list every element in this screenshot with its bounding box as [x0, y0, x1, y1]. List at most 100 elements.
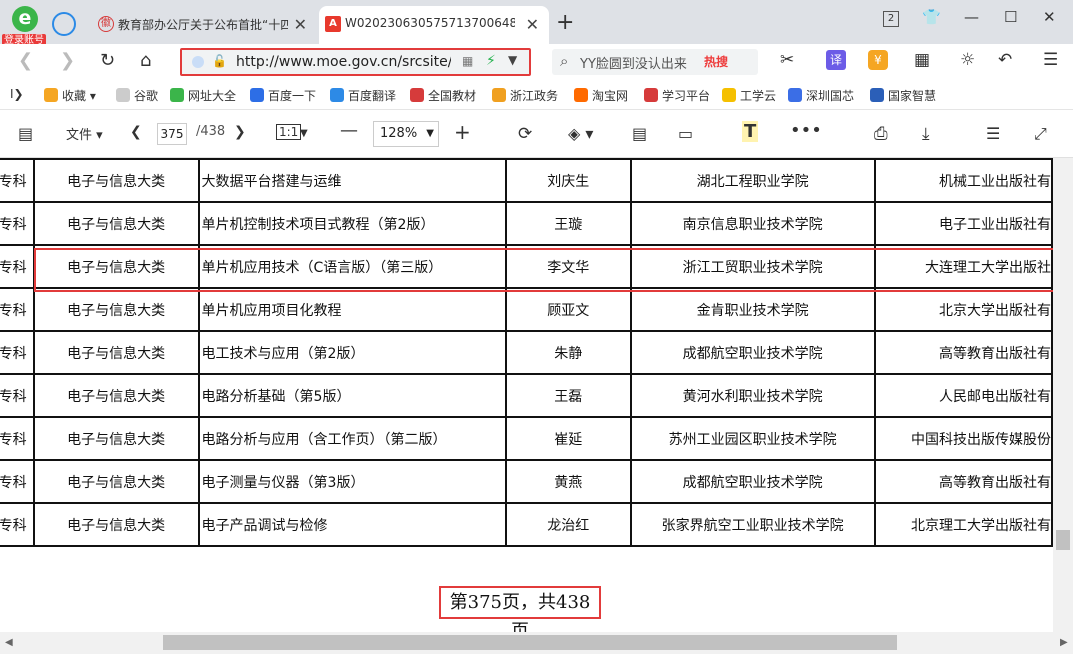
- cell-level: 专科: [0, 459, 35, 504]
- tab-count-badge[interactable]: 2: [883, 11, 899, 27]
- cell-school: 湖北工程职业学院: [629, 158, 876, 203]
- back-icon[interactable]: ❮: [18, 50, 33, 71]
- vertical-scroll-thumb[interactable]: [1056, 530, 1070, 550]
- cell-title: 电子产品调试与检修: [197, 502, 507, 547]
- zoom-select[interactable]: 128% ▼: [373, 121, 439, 147]
- horizontal-scrollbar[interactable]: ◀ ▶: [0, 632, 1073, 654]
- bookmark-item[interactable]: 淘宝网: [574, 87, 628, 104]
- site-icon: [492, 88, 506, 102]
- cell-category: 电子与信息大类: [32, 287, 200, 332]
- site-icon: [722, 88, 736, 102]
- bookmark-item[interactable]: 全国教材: [410, 87, 476, 104]
- translate-icon[interactable]: 译: [826, 50, 846, 70]
- coupon-icon[interactable]: ¥: [868, 50, 888, 70]
- cell-title: 电子测量与仪器（第3版）: [197, 459, 507, 504]
- bookmark-item[interactable]: 浙江政务: [492, 87, 558, 104]
- prev-page-icon[interactable]: ❮: [130, 124, 142, 140]
- bookmark-item[interactable]: 工学云: [722, 87, 776, 104]
- cell-title: 大数据平台搭建与运维: [197, 158, 507, 203]
- cell-school: 金肯职业技术学院: [629, 287, 876, 332]
- bookmark-item[interactable]: 百度翻译: [330, 87, 396, 104]
- cell-publisher: 大连理工大学出版社: [873, 244, 1054, 289]
- highlight-fill-icon[interactable]: ◈ ▾: [568, 124, 593, 143]
- cell-school: 南京信息职业技术学院: [629, 201, 876, 246]
- bolt-icon[interactable]: ⚡: [486, 53, 496, 69]
- download-icon[interactable]: ⤓: [922, 124, 930, 144]
- cell-school: 浙江工贸职业技术学院: [629, 244, 876, 289]
- cell-publisher: 北京理工大学出版社有: [873, 502, 1054, 547]
- brightness-icon[interactable]: ☼: [960, 50, 975, 70]
- bookmark-item[interactable]: 百度一下: [250, 87, 316, 104]
- close-icon[interactable]: ✕: [526, 15, 539, 34]
- tab-pdf[interactable]: A W020230630575713700648.pdf ✕: [319, 6, 549, 44]
- table-row: 专科 电子与信息大类 电子产品调试与检修 龙治红 张家界航空工业职业技术学院 北京理工大学…: [0, 502, 1054, 547]
- bookmark-item[interactable]: 网址大全: [170, 87, 236, 104]
- page-icon: [116, 88, 130, 102]
- menu-icon[interactable]: ☰: [1043, 50, 1058, 70]
- fullscreen-icon[interactable]: ⤢: [1034, 124, 1047, 144]
- scissors-icon[interactable]: ✂: [780, 50, 794, 70]
- chevron-down-icon[interactable]: ▼: [300, 128, 308, 139]
- cell-category: 电子与信息大类: [32, 459, 200, 504]
- qr-icon[interactable]: ▦: [462, 54, 473, 68]
- fit-page-button[interactable]: 1:1: [276, 124, 302, 140]
- more-icon[interactable]: •••: [790, 120, 822, 141]
- scroll-left-icon[interactable]: ◀: [5, 637, 13, 648]
- comment-icon[interactable]: ▭: [678, 124, 693, 143]
- document-icon[interactable]: ▤: [632, 124, 647, 143]
- cell-title: 电路分析基础（第5版）: [197, 373, 507, 418]
- cell-publisher: 高等教育出版社有: [873, 459, 1054, 504]
- chevron-down-icon[interactable]: ▼: [508, 53, 517, 67]
- scroll-right-icon[interactable]: ▶: [1060, 637, 1068, 648]
- study-icon: [644, 88, 658, 102]
- cell-category: 电子与信息大类: [32, 158, 200, 203]
- next-page-icon[interactable]: ❯: [234, 124, 246, 140]
- search-input[interactable]: ⌕ YY脸圆到没认出来 热搜: [552, 49, 758, 75]
- cell-level: 专科: [0, 330, 35, 375]
- moe-icon: 徽: [98, 16, 114, 32]
- send-icon[interactable]: [52, 12, 76, 36]
- cell-author: 王璇: [504, 201, 632, 246]
- refresh-icon[interactable]: ↻: [100, 50, 115, 71]
- maximize-icon[interactable]: ☐: [1004, 8, 1017, 26]
- cell-school: 张家界航空工业职业技术学院: [629, 502, 876, 547]
- bookmark-item[interactable]: 收藏 ▾: [44, 87, 96, 104]
- home-icon[interactable]: ⌂: [140, 50, 151, 71]
- new-tab-button[interactable]: +: [556, 10, 574, 35]
- cell-author: 朱静: [504, 330, 632, 375]
- undo-icon[interactable]: ↶: [998, 50, 1012, 70]
- bookmark-item[interactable]: 深圳国芯: [788, 87, 854, 104]
- zoom-in-icon[interactable]: +: [454, 120, 471, 144]
- close-icon[interactable]: ✕: [294, 15, 307, 34]
- bookmark-item[interactable]: 学习平台: [644, 87, 710, 104]
- pdf-icon: A: [325, 16, 341, 32]
- rotate-icon[interactable]: ⟳: [518, 124, 532, 144]
- sidebar-toggle-icon[interactable]: ▤: [18, 124, 33, 143]
- browser-logo[interactable]: e 登录账号: [2, 4, 46, 48]
- bookmark-item[interactable]: 国家智慧: [870, 87, 936, 104]
- horizontal-scroll-thumb[interactable]: [163, 635, 897, 650]
- bookmarks-toggle-icon[interactable]: I❯: [10, 87, 24, 101]
- minimize-icon[interactable]: —: [964, 8, 979, 26]
- file-menu[interactable]: 文件 ▾: [66, 124, 103, 143]
- print-icon[interactable]: ⎙: [874, 124, 888, 144]
- cell-title: 单片机应用技术（C语言版）（第三版）: [197, 244, 507, 289]
- shirt-icon[interactable]: 👕: [922, 8, 941, 26]
- total-pages: /438: [196, 124, 226, 139]
- page-number-input[interactable]: 375: [157, 123, 187, 145]
- star-icon: [44, 88, 58, 102]
- hot-search-label[interactable]: 热搜: [704, 53, 728, 70]
- apps-grid-icon[interactable]: ▦: [914, 50, 930, 70]
- forward-icon[interactable]: ❯: [60, 50, 75, 71]
- url-input[interactable]: 🔓 http://www.moe.gov.cn/srcsite/A ▦ ⚡ ▼: [180, 48, 531, 76]
- tab-moe[interactable]: 徽 教育部办公厅关于公布首批“十四 ✕: [92, 6, 317, 44]
- text-tool-icon[interactable]: T: [742, 121, 759, 142]
- find-icon[interactable]: ☰: [986, 124, 1000, 143]
- vertical-scrollbar[interactable]: [1053, 158, 1073, 632]
- window-close-icon[interactable]: ✕: [1043, 8, 1056, 26]
- zoom-out-icon[interactable]: —: [340, 120, 358, 141]
- bookmark-item[interactable]: 谷歌: [116, 87, 158, 104]
- cell-publisher: 人民邮电出版社有: [873, 373, 1054, 418]
- not-secure-icon[interactable]: 🔓: [212, 54, 227, 68]
- page-footer: 第375页，共438页: [439, 586, 601, 642]
